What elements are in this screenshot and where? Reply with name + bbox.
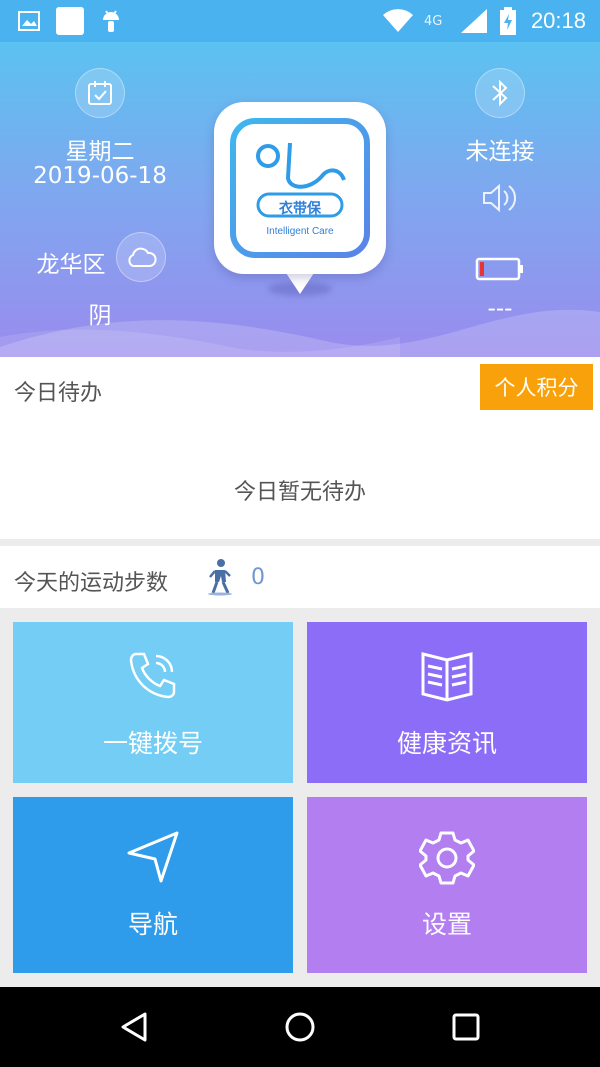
android-icon (100, 0, 122, 42)
navigation-icon (13, 829, 293, 885)
bluetooth-status: 未连接 (465, 139, 535, 165)
settings-tile[interactable]: 设置 (307, 797, 587, 973)
network-type: 4G (424, 13, 443, 29)
logo-brand-cn: 衣带保 (279, 201, 321, 217)
runner-icon (208, 559, 232, 596)
tile-label: 健康资讯 (396, 729, 497, 758)
device-battery-icon (475, 256, 525, 286)
system-nav-bar (0, 987, 600, 1067)
signal-icon (460, 0, 488, 42)
one-key-dial-tile[interactable]: 一键拨号 (13, 622, 293, 783)
todo-section: 今日待办 个人积分 今日暂无待办 (0, 357, 600, 539)
battery-charging-icon (500, 0, 516, 42)
wifi-icon (382, 0, 414, 42)
tile-label: 一键拨号 (102, 729, 203, 758)
app-logo: 衣带保 Intelligent Care (214, 102, 386, 274)
steps-value: 0 (251, 565, 265, 590)
clock: 20:18 (530, 8, 586, 33)
tile-label: 导航 (127, 910, 178, 939)
cloud-icon (116, 232, 166, 282)
home-icon[interactable] (280, 1007, 320, 1047)
tile-label: 设置 (421, 910, 472, 939)
date: 2019-06-18 (33, 163, 167, 189)
device-header: 星期二 2019-06-18 龙华区 阴 衣带保 Intelligent Car… (0, 42, 600, 357)
back-icon[interactable] (114, 1007, 154, 1047)
book-icon (307, 646, 587, 702)
phone-icon (13, 648, 293, 702)
steps-label: 今天的运动步数 (14, 571, 169, 596)
health-news-tile[interactable]: 健康资讯 (307, 622, 587, 783)
gear-icon (307, 830, 587, 886)
personal-points-button[interactable]: 个人积分 (480, 364, 593, 410)
weekday: 星期二 (65, 139, 135, 165)
image-icon (18, 0, 40, 42)
status-bar: 4G 20:18 (0, 0, 600, 42)
recents-icon[interactable] (446, 1007, 486, 1047)
weather: 阴 (88, 303, 112, 329)
navigation-tile[interactable]: 导航 (13, 797, 293, 973)
district: 龙华区 (36, 252, 106, 278)
todo-title: 今日待办 (14, 381, 103, 406)
logo-brand-en: Intelligent Care (266, 226, 334, 237)
device-battery-text: --- (487, 296, 513, 322)
speaker-icon[interactable] (480, 180, 520, 220)
todo-empty-text: 今日暂无待办 (233, 480, 366, 505)
bluetooth-icon[interactable] (475, 68, 525, 118)
square-icon (56, 0, 84, 42)
calendar-icon[interactable] (75, 68, 125, 118)
steps-row[interactable]: 今天的运动步数 0 (0, 546, 600, 608)
